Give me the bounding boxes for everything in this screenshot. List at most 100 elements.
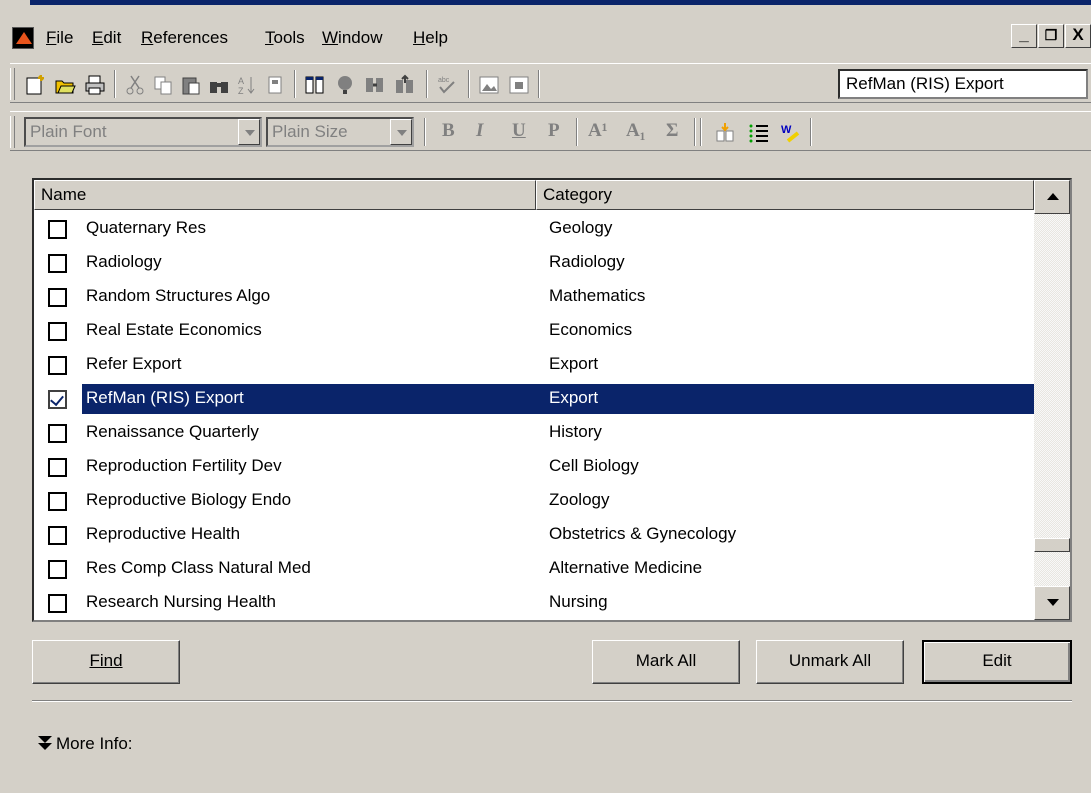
insert-picture-icon[interactable] <box>478 74 500 96</box>
cut-icon[interactable] <box>124 74 146 96</box>
bibliography-list-icon[interactable] <box>748 122 770 144</box>
list-header: Name Category <box>34 180 1034 210</box>
list-item[interactable]: Res Comp Class Natural Med Alternative Me… <box>34 552 1034 586</box>
insert-citation-icon[interactable] <box>714 122 736 144</box>
row-checkbox[interactable] <box>48 254 67 273</box>
row-checkbox[interactable] <box>48 594 67 613</box>
row-category: Export <box>549 388 599 407</box>
column-header-name[interactable]: Name <box>34 180 536 210</box>
spellcheck-icon[interactable]: abc <box>436 74 458 96</box>
styles-list[interactable]: Name Category Quaternary Res Geology Radio… <box>32 178 1072 622</box>
find-button[interactable]: Find <box>32 640 180 684</box>
menu-edit[interactable]: Edit <box>92 27 121 49</box>
svg-text:A: A <box>238 76 244 86</box>
paste-icon[interactable] <box>180 74 202 96</box>
row-category: Economics <box>549 320 633 339</box>
row-checkbox[interactable] <box>48 492 67 511</box>
edit-button[interactable]: Edit <box>922 640 1072 684</box>
row-name: Quaternary Res <box>86 218 206 237</box>
sort-icon[interactable]: AZ <box>236 74 258 96</box>
vertical-scrollbar[interactable] <box>1034 180 1070 620</box>
list-item[interactable]: Quaternary Res Geology <box>34 212 1034 246</box>
menu-references[interactable]: References <box>141 27 228 49</box>
more-info-toggle[interactable]: More Info: <box>38 733 133 755</box>
list-item[interactable]: Refer Export Export <box>34 348 1034 382</box>
columns-icon[interactable] <box>304 74 326 96</box>
row-category: Mathematics <box>549 286 646 305</box>
row-checkbox[interactable] <box>48 458 67 477</box>
svg-text:W: W <box>781 124 792 136</box>
row-name: RefMan (RIS) Export <box>86 388 244 407</box>
superscript-button[interactable]: A¹ <box>588 120 607 142</box>
chevron-down-icon[interactable] <box>238 119 260 145</box>
new-reference-icon[interactable] <box>24 74 46 96</box>
unmark-all-button[interactable]: Unmark All <box>756 640 904 684</box>
row-name: Reproduction Fertility Dev <box>86 456 282 475</box>
list-item[interactable]: Reproduction Fertility Dev Cell Biology <box>34 450 1034 484</box>
print-icon[interactable] <box>84 74 106 96</box>
menu-file[interactable]: File <box>46 27 73 49</box>
row-checkbox[interactable] <box>48 322 67 341</box>
restore-button[interactable]: ❐ <box>1038 24 1064 48</box>
toolbar-grip[interactable] <box>10 68 15 100</box>
mark-all-button[interactable]: Mark All <box>592 640 740 684</box>
row-name: Res Comp Class Natural Med <box>86 558 311 577</box>
row-name: Reproductive Health <box>86 524 241 543</box>
menu-help[interactable]: Help <box>413 27 448 49</box>
document-icon[interactable] <box>264 74 286 96</box>
list-item[interactable]: Research Nursing Health Nursing <box>34 586 1034 620</box>
font-select[interactable]: Plain Font <box>24 117 262 147</box>
list-item[interactable]: Reproductive Health Obstetrics & Gynecolo… <box>34 518 1034 552</box>
row-category: History <box>549 422 602 441</box>
symbol-button[interactable]: Σ <box>666 120 678 142</box>
find-binoculars-icon[interactable] <box>208 74 230 96</box>
row-name: Random Structures Algo <box>86 286 271 305</box>
row-checkbox[interactable] <box>48 356 67 375</box>
italic-button[interactable]: I <box>476 120 483 142</box>
export-icon[interactable] <box>394 74 416 96</box>
list-item[interactable]: Reproductive Biology Endo Zoology <box>34 484 1034 518</box>
insert-object-icon[interactable] <box>508 74 530 96</box>
globe-icon[interactable] <box>334 74 356 96</box>
chevron-down-icon[interactable] <box>390 119 412 145</box>
plain-button[interactable]: P <box>548 120 560 142</box>
row-checkbox[interactable] <box>48 390 67 409</box>
menu-window[interactable]: Window <box>322 27 382 49</box>
open-folder-icon[interactable] <box>54 74 76 96</box>
row-checkbox[interactable] <box>48 526 67 545</box>
row-checkbox[interactable] <box>48 220 67 239</box>
word-format-icon[interactable]: W <box>780 122 802 144</box>
toolbar-grip[interactable] <box>10 116 15 148</box>
import-icon[interactable] <box>364 74 386 96</box>
double-chevron-down-icon <box>38 736 52 750</box>
subscript-button[interactable]: A₁ <box>626 120 645 142</box>
row-category: Cell Biology <box>549 456 639 475</box>
app-logo-icon[interactable] <box>12 27 34 49</box>
row-name: Radiology <box>86 252 162 271</box>
list-item[interactable]: Renaissance Quarterly History <box>34 416 1034 450</box>
close-button[interactable]: X <box>1065 24 1091 48</box>
underline-button[interactable]: U <box>512 120 526 142</box>
row-checkbox[interactable] <box>48 288 67 307</box>
scroll-down-button[interactable] <box>1034 586 1070 620</box>
list-item[interactable]: Radiology Radiology <box>34 246 1034 280</box>
row-checkbox[interactable] <box>48 560 67 579</box>
column-header-category[interactable]: Category <box>536 180 1034 210</box>
copy-icon[interactable] <box>152 74 174 96</box>
row-name: Refer Export <box>86 354 182 373</box>
row-category: Radiology <box>549 252 625 271</box>
list-item[interactable]: Real Estate Economics Economics <box>34 314 1034 348</box>
scroll-up-button[interactable] <box>1034 180 1070 214</box>
row-category: Alternative Medicine <box>549 558 703 577</box>
list-item[interactable]: RefMan (RIS) Export Export <box>34 382 1034 416</box>
menu-tools[interactable]: Tools <box>265 27 305 49</box>
scroll-thumb[interactable] <box>1034 538 1070 552</box>
list-item[interactable]: Random Structures Algo Mathematics <box>34 280 1034 314</box>
divider <box>32 700 1072 702</box>
row-checkbox[interactable] <box>48 424 67 443</box>
minimize-button[interactable]: _ <box>1011 24 1037 48</box>
bold-button[interactable]: B <box>442 120 455 142</box>
output-style-select[interactable]: RefMan (RIS) Export <box>838 69 1088 99</box>
row-category: Export <box>549 354 599 373</box>
size-select[interactable]: Plain Size <box>266 117 414 147</box>
